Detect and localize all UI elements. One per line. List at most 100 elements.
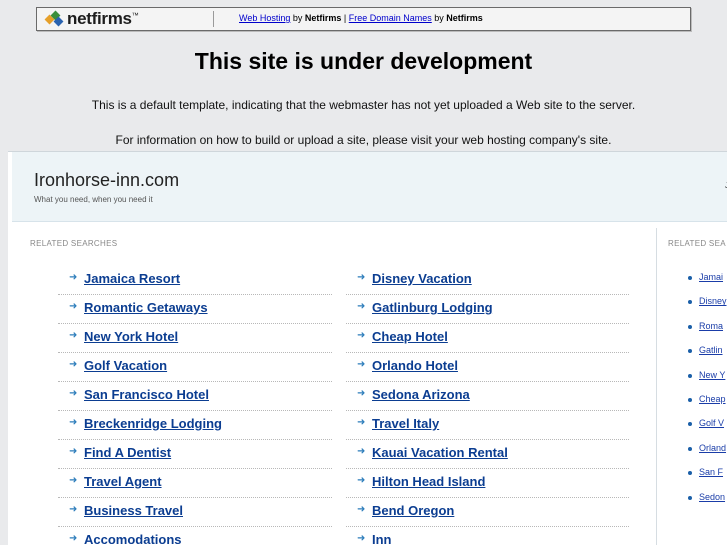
notice-text: This is a default template, indicating t… (91, 98, 636, 112)
related-search-link[interactable]: New York Hotel (84, 329, 178, 344)
arrow-right-icon: ➜ (357, 504, 366, 515)
sidebar-search-link[interactable]: Disney (699, 296, 727, 306)
related-search-item: ➜ Inn (346, 527, 629, 545)
sidebar-search-link[interactable]: Cheap (699, 394, 726, 404)
sidebar-search-link[interactable]: Gatlin (699, 345, 723, 355)
related-search-item: ➜ San Francisco Hotel (58, 382, 332, 411)
sidebar-search-link[interactable]: San F (699, 467, 723, 477)
related-search-item: ➜ Breckenridge Lodging (58, 411, 332, 440)
related-search-item: ➜ Find A Dentist (58, 440, 332, 469)
related-search-item: ➜ Kauai Vacation Rental (346, 440, 629, 469)
related-search-item: ➜ Gatlinburg Lodging (346, 295, 629, 324)
related-search-link[interactable]: Disney Vacation (372, 271, 472, 286)
related-search-item: ➜ Sedona Arizona (346, 382, 629, 411)
related-search-link[interactable]: Find A Dentist (84, 445, 171, 460)
netfirms-brand: Netfirms (304, 13, 342, 23)
related-search-link[interactable]: Romantic Getaways (84, 300, 208, 315)
notice-info-text: For information on how to build or uploa… (115, 133, 612, 147)
arrow-right-icon: ➜ (69, 272, 78, 283)
arrow-right-icon: ➜ (69, 533, 78, 544)
arrow-right-icon: ➜ (357, 359, 366, 370)
related-search-link[interactable]: Sedona Arizona (372, 387, 470, 402)
related-search-item: ➜ Bend Oregon (346, 498, 629, 527)
related-search-item: ➜ Accomodations (58, 527, 332, 545)
related-search-link[interactable]: Bend Oregon (372, 503, 454, 518)
sidebar-search-link[interactable]: Sedon (699, 492, 725, 502)
column-divider (656, 228, 657, 545)
related-search-link[interactable]: Accomodations (84, 532, 182, 545)
arrow-right-icon: ➜ (69, 417, 78, 428)
arrow-right-icon: ➜ (357, 417, 366, 428)
bullet-icon (688, 495, 692, 500)
arrow-right-icon: ➜ (357, 301, 366, 312)
free-domain-names-link[interactable]: Free Domain Names (349, 13, 432, 23)
bullet-icon (688, 422, 692, 427)
site-header: Ironhorse-inn.com What you need, when yo… (12, 152, 727, 222)
netfirms-logo-text: netfirms™ (67, 9, 139, 28)
related-search-item: ➜ New York Hotel (58, 324, 332, 353)
bullet-icon (688, 397, 692, 402)
related-search-item: ➜ Travel Italy (346, 411, 629, 440)
related-search-link[interactable]: San Francisco Hotel (84, 387, 209, 402)
related-search-link[interactable]: Travel Agent (84, 474, 162, 489)
related-search-link[interactable]: Breckenridge Lodging (84, 416, 222, 431)
bullet-icon (688, 349, 692, 354)
arrow-right-icon: ➜ (357, 272, 366, 283)
related-search-link[interactable]: Business Travel (84, 503, 183, 518)
related-search-link[interactable]: Orlando Hotel (372, 358, 458, 373)
arrow-right-icon: ➜ (357, 475, 366, 486)
related-search-link[interactable]: Gatlinburg Lodging (372, 300, 493, 315)
banner-links: Web Hosting by Netfirms | Free Domain Na… (239, 13, 483, 23)
related-search-link[interactable]: Hilton Head Island (372, 474, 485, 489)
arrow-right-icon: ➜ (69, 446, 78, 457)
netfirms-logo-icon (44, 10, 65, 27)
related-search-link[interactable]: Inn (372, 532, 392, 545)
related-search-item: ➜ Orlando Hotel (346, 353, 629, 382)
arrow-right-icon: ➜ (357, 388, 366, 399)
arrow-right-icon: ➜ (69, 388, 78, 399)
related-search-item: ➜ Business Travel (58, 498, 332, 527)
site-name: Ironhorse-inn.com (34, 170, 180, 190)
netfirms-logo[interactable]: netfirms™ (44, 9, 139, 28)
related-search-item: ➜ Hilton Head Island (346, 469, 629, 498)
arrow-right-icon: ➜ (357, 533, 366, 544)
bullet-icon (688, 300, 692, 305)
related-search-link[interactable]: Travel Italy (372, 416, 439, 431)
bullet-icon (688, 446, 692, 451)
page-title: This site is under development (194, 48, 533, 74)
related-search-item: ➜ Cheap Hotel (346, 324, 629, 353)
sidebar-search-link[interactable]: New Y (699, 370, 725, 380)
related-searches-column-1: ➜ Jamaica Resort ➜ Romantic Getaways ➜ New Yo… (58, 266, 332, 545)
related-search-link[interactable]: Jamaica Resort (84, 271, 180, 286)
banner-divider (213, 11, 214, 27)
sidebar-search-link[interactable]: Golf V (699, 418, 724, 428)
related-search-item: ➜ Jamaica Resort (58, 266, 332, 295)
related-searches-column-2: ➜ Disney Vacation ➜ Gatlinburg Lodging ➜ Chea… (346, 266, 629, 545)
arrow-right-icon: ➜ (69, 504, 78, 515)
related-search-link[interactable]: Cheap Hotel (372, 329, 448, 344)
site-tagline: What you need, when you need it (34, 195, 153, 204)
arrow-right-icon: ➜ (69, 475, 78, 486)
arrow-right-icon: ➜ (69, 330, 78, 341)
arrow-right-icon: ➜ (69, 359, 78, 370)
netfirms-brand: Netfirms (446, 13, 483, 23)
arrow-right-icon: ➜ (357, 330, 366, 341)
sidebar-search-link[interactable]: Roma (699, 321, 723, 331)
related-search-item: ➜ Golf Vacation (58, 353, 332, 382)
related-searches-label-right: RELATED SEA (668, 239, 726, 248)
related-search-link[interactable]: Kauai Vacation Rental (372, 445, 508, 460)
sidebar-search-link[interactable]: Jamai (699, 272, 723, 282)
sidebar-search-link[interactable]: Orland (699, 443, 726, 453)
related-search-item: ➜ Disney Vacation (346, 266, 629, 295)
related-searches-label: RELATED SEARCHES (30, 239, 118, 248)
related-search-item: ➜ Travel Agent (58, 469, 332, 498)
bullet-icon (688, 471, 692, 476)
related-search-link[interactable]: Golf Vacation (84, 358, 167, 373)
related-search-item: ➜ Romantic Getaways (58, 295, 332, 324)
web-hosting-link[interactable]: Web Hosting (239, 13, 290, 23)
arrow-right-icon: ➜ (357, 446, 366, 457)
netfirms-banner: netfirms™ Web Hosting by Netfirms | Free… (36, 7, 691, 31)
bullet-icon (688, 373, 692, 378)
bullet-icon (688, 324, 692, 329)
arrow-right-icon: ➜ (69, 301, 78, 312)
